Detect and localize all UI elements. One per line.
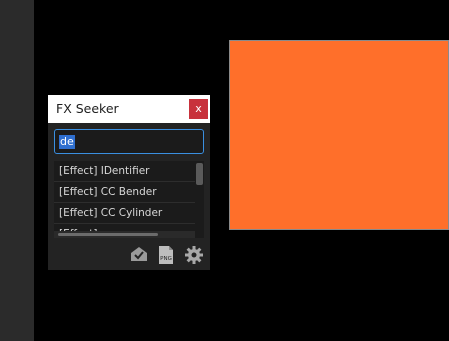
vertical-scroll-thumb[interactable] — [196, 163, 203, 185]
panel-title: FX Seeker — [56, 101, 119, 116]
panel-titlebar[interactable]: FX Seeker x — [48, 95, 210, 123]
list-item[interactable]: [Effect] IDentifier — [54, 161, 195, 182]
apply-effect-button[interactable] — [129, 245, 149, 265]
tag-check-icon — [131, 247, 147, 261]
horizontal-scroll-thumb[interactable] — [58, 233, 158, 236]
left-panel-strip — [0, 0, 34, 341]
gear-icon — [185, 246, 203, 264]
export-png-button[interactable]: PNG — [156, 245, 176, 265]
fx-seeker-panel: FX Seeker x de [Effect] IDentifier [Effe… — [48, 95, 210, 270]
png-file-icon: PNG — [159, 246, 173, 264]
horizontal-scrollbar[interactable] — [54, 231, 195, 238]
close-icon: x — [195, 102, 202, 115]
svg-text:PNG: PNG — [160, 256, 172, 262]
search-input[interactable]: de — [54, 129, 204, 154]
search-input-value: de — [59, 135, 75, 149]
results-list[interactable]: [Effect] IDentifier [Effect] CC Bender [… — [54, 161, 204, 238]
vertical-scrollbar[interactable] — [195, 161, 204, 238]
composition-layer-border — [229, 40, 449, 230]
list-item[interactable]: [Effect] CC Cylinder — [54, 203, 195, 224]
close-button[interactable]: x — [189, 99, 208, 119]
list-item[interactable]: [Effect] CC Bender — [54, 182, 195, 203]
settings-button[interactable] — [184, 245, 204, 265]
